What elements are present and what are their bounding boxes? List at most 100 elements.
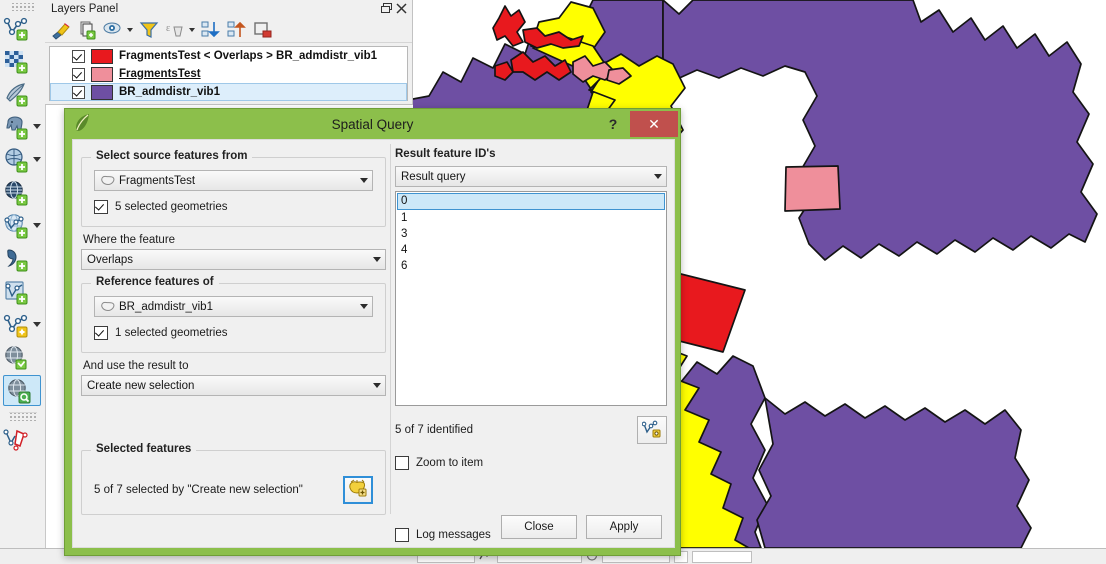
source-layer-value: FragmentsTest: [119, 174, 196, 187]
statusbar-rotation-field[interactable]: [692, 550, 752, 563]
result-id-item[interactable]: 1: [397, 210, 665, 226]
toolbar-style-manager-button[interactable]: [0, 423, 45, 456]
remove-layer-icon[interactable]: [253, 20, 273, 40]
toolbar-add-raster-layer-button[interactable]: [0, 44, 45, 77]
manage-map-themes-icon[interactable]: [103, 20, 123, 40]
layer-visibility-checkbox[interactable]: [72, 49, 85, 63]
result-id-item[interactable]: 0: [397, 193, 665, 210]
layer-color-swatch: [91, 84, 113, 100]
toolbar-add-postgis-layer-button[interactable]: [0, 110, 45, 143]
layer-label: FragmentsTest: [119, 68, 201, 80]
add-group-icon[interactable]: [77, 20, 97, 40]
chevron-down-icon[interactable]: [189, 27, 195, 32]
zoom-to-item-checkbox[interactable]: [395, 456, 409, 470]
qgis-leaf-icon: [71, 111, 97, 137]
select-features-icon: [348, 479, 368, 500]
use-result-value: Create new selection: [87, 379, 195, 392]
source-selected-geometries-row[interactable]: 5 selected geometries: [94, 200, 373, 214]
reference-features-title: Reference features of: [91, 276, 219, 288]
selected-features-groupbox: Selected features 5 of 7 selected by "Cr…: [81, 443, 386, 515]
reference-selected-geometries-checkbox[interactable]: [94, 326, 108, 340]
layer-label: BR_admdistr_vib1: [119, 86, 220, 98]
help-button[interactable]: ?: [604, 113, 622, 135]
chevron-down-icon[interactable]: [373, 257, 381, 262]
chevron-down-icon[interactable]: [33, 157, 41, 162]
where-feature-combo[interactable]: Overlaps: [81, 249, 386, 270]
toolbar-add-arcgis-layer-button[interactable]: [0, 341, 45, 374]
identified-label: 5 of 7 identified: [395, 424, 474, 436]
layer-visibility-checkbox[interactable]: [72, 85, 85, 99]
result-id-item[interactable]: 4: [397, 242, 665, 258]
result-ids-title-row: Result feature ID's: [395, 146, 667, 162]
zoom-to-item-row[interactable]: Zoom to item: [395, 456, 667, 470]
toolbar-add-wms-layer-button[interactable]: [0, 176, 45, 209]
chevron-down-icon[interactable]: [127, 27, 133, 32]
toolbar-spatial-query-button[interactable]: [0, 374, 45, 407]
chevron-down-icon[interactable]: [33, 124, 41, 129]
toolbar-add-wfs-layer-button[interactable]: [0, 209, 45, 242]
svg-text:ε: ε: [166, 23, 170, 34]
close-dialog-button[interactable]: Close: [501, 515, 577, 539]
source-selected-geometries-label: 5 selected geometries: [115, 201, 228, 213]
layer-row-overlaps-result[interactable]: FragmentsTest < Overlaps > BR_admdistr_v…: [50, 47, 407, 65]
toolbar-add-delimited-text-layer-button[interactable]: [0, 242, 45, 275]
source-features-title: Select source features from: [91, 150, 253, 162]
layer-row-br-admdistr-vib1[interactable]: BR_admdistr_vib1: [50, 83, 407, 101]
toolbar-new-shapefile-layer-button[interactable]: [0, 275, 45, 308]
use-result-combo[interactable]: Create new selection: [81, 375, 386, 396]
toolbar-add-mesh-layer-button[interactable]: [0, 77, 45, 110]
dialog-right-column: Result feature ID's Result query 0 1 3 4…: [395, 146, 667, 470]
layer-row-fragmentstest[interactable]: FragmentsTest: [50, 65, 407, 83]
add-wms-layer-icon: [3, 180, 29, 206]
result-query-combo[interactable]: Result query: [395, 166, 667, 187]
close-button[interactable]: ✕: [630, 111, 678, 137]
open-layer-styling-icon[interactable]: [51, 20, 71, 40]
layer-color-swatch: [91, 66, 113, 82]
chevron-down-icon[interactable]: [360, 178, 368, 183]
new-shapefile-layer-icon: [3, 279, 29, 305]
toolbar-add-vector-layer-button[interactable]: [0, 11, 45, 44]
add-postgis-layer-icon: [3, 114, 29, 140]
apply-button[interactable]: Apply: [586, 515, 662, 539]
select-features-button[interactable]: [343, 475, 373, 504]
chevron-down-icon[interactable]: [373, 383, 381, 388]
expand-all-icon[interactable]: [201, 20, 221, 40]
zoom-to-features-button[interactable]: [637, 416, 667, 444]
filter-legend-icon[interactable]: [139, 20, 159, 40]
result-ids-list[interactable]: 0 1 3 4 6: [395, 191, 667, 406]
layers-panel-toolbar: ε: [45, 17, 412, 43]
float-icon[interactable]: [379, 2, 394, 16]
layer-visibility-checkbox[interactable]: [72, 67, 85, 81]
result-query-value: Result query: [401, 170, 466, 183]
log-messages-label: Log messages: [416, 529, 491, 541]
new-virtual-layer-icon: [3, 312, 29, 338]
polygon-layer-icon: [100, 301, 115, 312]
chevron-down-icon[interactable]: [33, 223, 41, 228]
collapse-all-icon[interactable]: [227, 20, 247, 40]
log-messages-row[interactable]: Log messages: [395, 528, 491, 542]
where-feature-label: Where the feature: [83, 234, 176, 246]
add-vector-layer-icon: [3, 15, 29, 41]
close-icon[interactable]: [394, 2, 409, 16]
layers-list[interactable]: FragmentsTest < Overlaps > BR_admdistr_v…: [49, 46, 408, 101]
filter-legend-expression-icon[interactable]: ε: [165, 20, 185, 40]
source-layer-combo[interactable]: FragmentsTest: [94, 170, 373, 191]
chevron-down-icon[interactable]: [360, 304, 368, 309]
source-selected-geometries-checkbox[interactable]: [94, 200, 108, 214]
reference-layer-combo[interactable]: BR_admdistr_vib1: [94, 296, 373, 317]
add-delimited-text-layer-icon: [3, 246, 29, 272]
zoom-to-features-icon: [641, 420, 662, 441]
result-id-item[interactable]: 3: [397, 226, 665, 242]
toolbar-new-virtual-layer-button[interactable]: [0, 308, 45, 341]
dialog-titlebar[interactable]: Spatial Query ? ✕: [65, 109, 680, 139]
dialog-body: Select source features from FragmentsTes…: [72, 139, 675, 548]
toolbar-add-spatialite-layer-button[interactable]: [0, 143, 45, 176]
log-messages-checkbox[interactable]: [395, 528, 409, 542]
result-id-item[interactable]: 6: [397, 258, 665, 274]
toolbar-drag-handle[interactable]: [10, 3, 35, 11]
result-ids-title: Result feature ID's: [395, 148, 496, 160]
chevron-down-icon[interactable]: [654, 174, 662, 179]
chevron-down-icon[interactable]: [33, 322, 41, 327]
reference-selected-geometries-row[interactable]: 1 selected geometries: [94, 326, 373, 340]
dialog-button-bar: Close Apply: [501, 515, 662, 539]
